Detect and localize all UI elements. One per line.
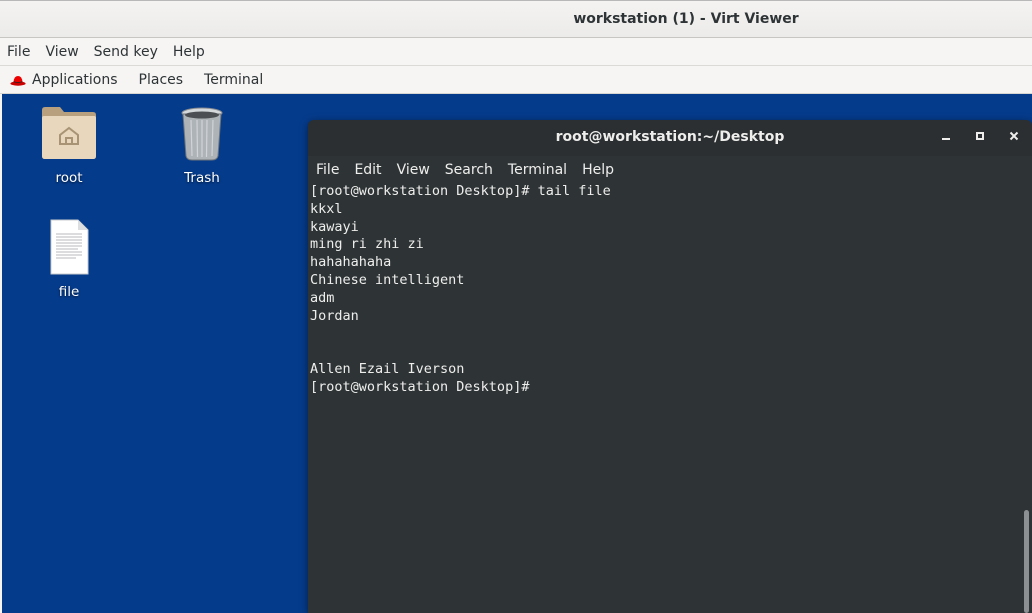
desktop-icon-file[interactable]: file [24, 218, 114, 300]
terminal-line: [root@workstation Desktop]# tail file [310, 183, 611, 199]
terminal-line: hahahahaha [310, 254, 392, 271]
terminal-line: Allen Ezail Iverson [310, 360, 465, 377]
terminal-titlebar[interactable]: root@workstation:~/Desktop [308, 120, 1032, 157]
maximize-button[interactable] [970, 128, 990, 148]
terminal-menu-help[interactable]: Help [582, 162, 614, 178]
menu-file[interactable]: File [7, 44, 30, 60]
terminal-line: Jordan [310, 307, 359, 324]
redhat-icon [10, 74, 26, 86]
terminal-menu-file[interactable]: File [316, 162, 339, 178]
terminal-app-menu[interactable]: Terminal [204, 72, 263, 88]
viewer-menubar: File View Send key Help [0, 38, 1032, 66]
terminal-scrollbar[interactable] [1024, 510, 1029, 613]
terminal-menu-view[interactable]: View [397, 162, 430, 178]
minimize-icon [941, 130, 951, 145]
terminal-menu-terminal[interactable]: Terminal [508, 162, 567, 178]
home-folder-icon [24, 104, 114, 166]
desktop-icon-root[interactable]: root [24, 104, 114, 186]
close-button[interactable] [1004, 128, 1024, 148]
window-title: workstation (1) - Virt Viewer [573, 11, 799, 27]
terminal-prompt-line: [root@workstation Desktop]# [310, 378, 530, 395]
trash-icon [157, 106, 247, 166]
terminal-menu-search[interactable]: Search [445, 162, 493, 178]
maximize-icon [975, 130, 985, 145]
terminal-line: adm [310, 289, 335, 306]
desktop-icon-label: root [55, 170, 83, 186]
gnome-top-panel: Applications Places Terminal [0, 66, 1032, 94]
applications-label: Applications [32, 71, 118, 88]
menu-view[interactable]: View [45, 44, 78, 60]
desktop-icon-label: Trash [184, 170, 220, 186]
applications-menu[interactable]: Applications [10, 72, 118, 88]
terminal-menu-edit[interactable]: Edit [354, 162, 381, 178]
terminal-line: Chinese intelligent [310, 271, 465, 288]
menu-help[interactable]: Help [173, 44, 205, 60]
text-file-icon [24, 218, 114, 280]
terminal-line: ming ri zhi zi [310, 236, 424, 253]
terminal-line: kkxl [310, 200, 343, 217]
window-titlebar: workstation (1) - Virt Viewer [0, 0, 1032, 38]
places-menu[interactable]: Places [139, 72, 184, 88]
terminal-output[interactable]: [root@workstation Desktop]# tail file kk… [310, 183, 1018, 613]
terminal-menubar: File Edit View Search Terminal Help [308, 156, 1032, 183]
desktop-icon-trash[interactable]: Trash [157, 106, 247, 186]
terminal-title: root@workstation:~/Desktop [555, 129, 785, 145]
terminal-line: kawayi [310, 218, 359, 235]
close-icon [1009, 130, 1019, 145]
desktop-icon-label: file [58, 284, 80, 300]
terminal-window[interactable]: root@workstation:~/Desktop File Edit Vie… [308, 120, 1032, 613]
menu-send-key[interactable]: Send key [94, 44, 158, 60]
minimize-button[interactable] [936, 128, 956, 148]
